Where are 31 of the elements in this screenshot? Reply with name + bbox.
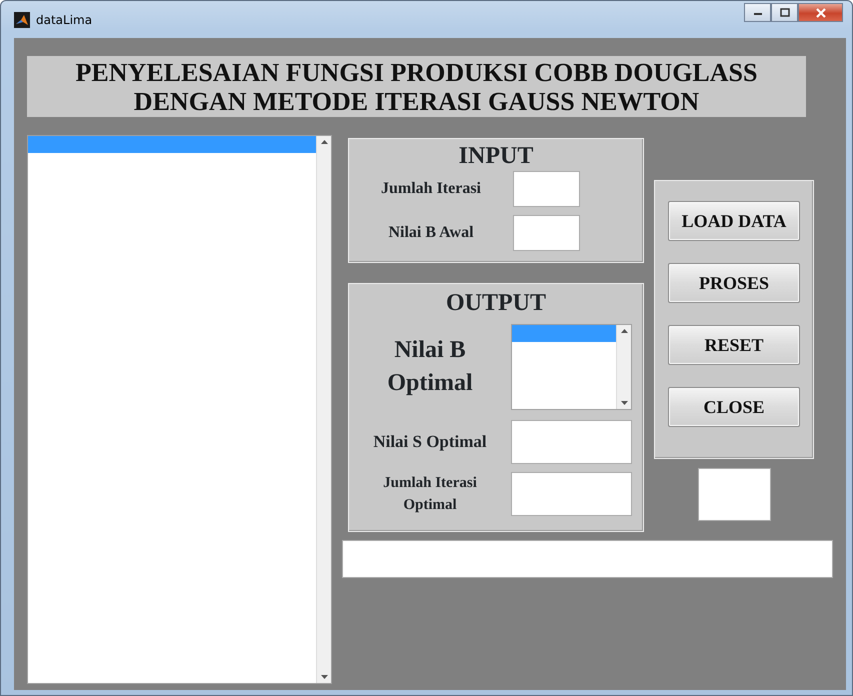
action-button[interactable]: RESET xyxy=(668,325,800,365)
close-icon xyxy=(814,8,826,18)
scroll-up-icon[interactable] xyxy=(620,329,628,333)
output-field[interactable] xyxy=(511,472,632,516)
action-button[interactable]: PROSES xyxy=(668,263,800,303)
scroll-down-icon[interactable] xyxy=(620,401,628,405)
input-field[interactable] xyxy=(513,215,580,251)
output-field[interactable] xyxy=(511,420,632,464)
maximize-icon xyxy=(780,8,790,17)
data-listbox[interactable] xyxy=(27,135,332,684)
field-label: Nilai B Optimal xyxy=(386,336,474,398)
action-button[interactable]: LOAD DATA xyxy=(668,201,800,241)
action-button[interactable]: CLOSE xyxy=(668,387,800,427)
input-field[interactable] xyxy=(513,171,580,207)
scroll-down-icon[interactable] xyxy=(320,675,328,679)
close-button[interactable] xyxy=(798,3,843,22)
field-label: Jumlah Iterasi Optimal xyxy=(382,474,478,515)
result-listbox[interactable] xyxy=(511,324,632,410)
panel-title: OUTPUT xyxy=(444,290,547,316)
window-title: dataLima xyxy=(36,12,92,28)
app-icon xyxy=(14,12,30,28)
panel-title: INPUT xyxy=(458,143,534,169)
minimize-button[interactable] xyxy=(744,3,771,22)
heading-title: PENYELESAIAN FUNGSI PRODUKSI COBB DOUGLASS DENGAN METODE ITERASI GAUSS NEWTON xyxy=(27,56,806,117)
maximize-button[interactable] xyxy=(771,3,798,22)
scrollbar[interactable] xyxy=(316,136,331,683)
scrollbar[interactable] xyxy=(616,325,631,409)
scroll-up-icon[interactable] xyxy=(320,140,328,144)
field-label: Jumlah Iterasi xyxy=(380,179,482,199)
field-label: Nilai B Awal xyxy=(387,223,475,243)
field-label: Nilai S Optimal xyxy=(372,431,488,453)
